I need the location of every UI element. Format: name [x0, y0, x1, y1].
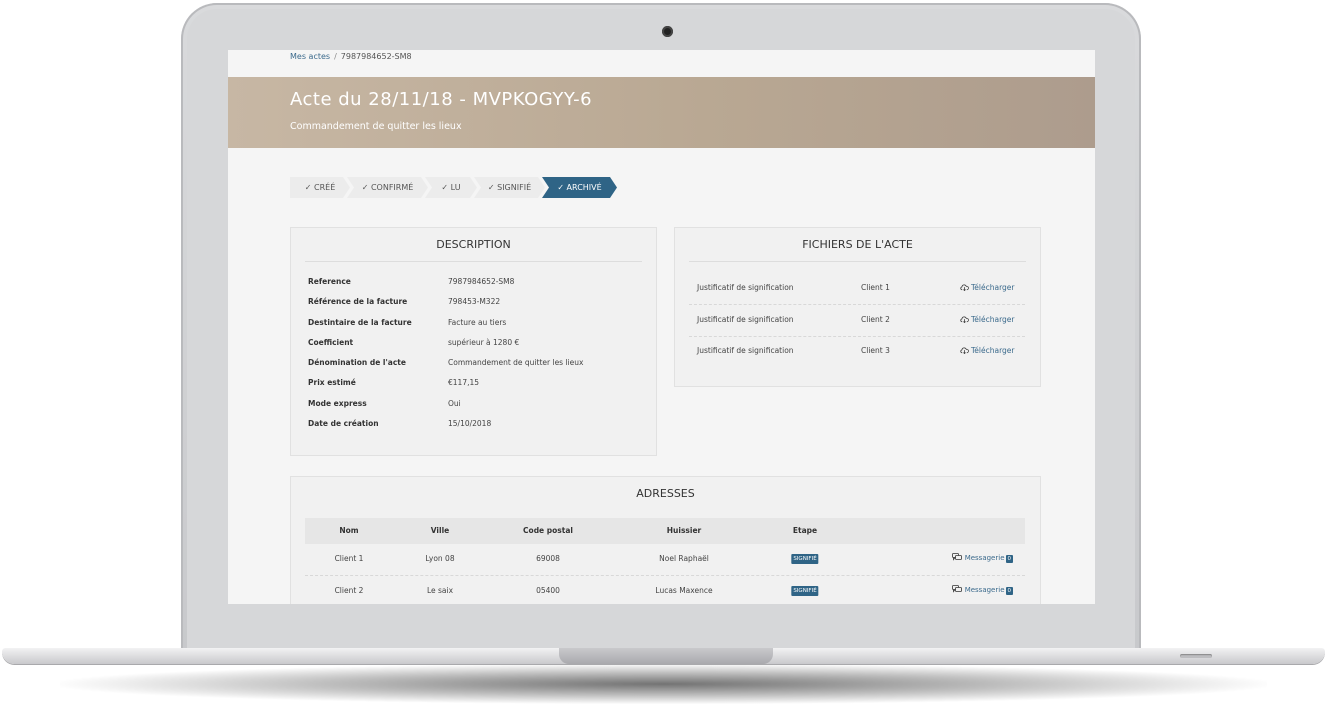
file-name: Justificatif de signification	[697, 346, 794, 355]
laptop-indicator	[1180, 654, 1212, 658]
cell-code-postal: 05400	[536, 586, 560, 595]
field-label-coefficient: Coefficient	[308, 338, 354, 347]
field-label-estimated-price: Prix estimé	[308, 378, 356, 387]
cell-huissier: Noel Raphaël	[659, 554, 709, 563]
cloud-download-icon	[960, 284, 969, 291]
breadcrumb: Mes actes /7987984652-SM8	[290, 51, 412, 63]
laptop-shadow	[60, 664, 1267, 704]
description-title: DESCRIPTION	[436, 238, 511, 251]
file-name: Justificatif de signification	[697, 283, 794, 292]
step-signifie: ✓ SIGNIFIÉ	[474, 177, 545, 198]
field-label-express-mode: Mode express	[308, 399, 367, 408]
cloud-download-icon	[960, 316, 969, 323]
message-count-badge: 0	[1005, 555, 1013, 563]
download-link[interactable]: Télécharger	[960, 346, 1015, 355]
chat-bubbles-icon	[952, 585, 963, 593]
cell-nom: Client 2	[334, 586, 364, 595]
files-title: FICHIERS DE L'ACTE	[802, 238, 913, 251]
column-header-nom: Nom	[339, 526, 359, 535]
messaging-label: Messagerie	[964, 554, 1005, 562]
column-header-code-postal: Code postal	[523, 526, 573, 535]
cell-ville: Lyon 08	[425, 554, 455, 563]
cell-nom: Client 1	[334, 554, 364, 563]
step-archive: ✓ ARCHIVÉ	[542, 177, 617, 198]
addresses-table-header: Nom Ville Code postal Huissier Etape	[305, 518, 1025, 544]
step-confirme: ✓ CONFIRMÉ	[347, 177, 428, 198]
message-count-badge: 0	[1005, 587, 1013, 595]
messaging-link[interactable]: Messagerie 0	[952, 585, 1013, 595]
app-screen: Mes actes/7987984652-SM8 Acte du 28/11/1…	[228, 50, 1095, 604]
table-row: Client 2 Le saix 05400 Lucas Maxence SIG…	[305, 576, 1025, 604]
page-title: Acte du 28/11/18 - MVPKOGYY-6	[290, 89, 593, 110]
laptop-hinge-notch	[559, 648, 773, 664]
chat-bubbles-icon	[952, 553, 963, 561]
field-label-invoice-recipient: Destintaire de la facture	[308, 318, 412, 327]
files-panel: FICHIERS DE L'ACTE Justificatif de signi…	[674, 227, 1041, 387]
download-link[interactable]: Télécharger	[960, 283, 1015, 292]
breadcrumb-separator: /	[334, 52, 337, 61]
column-header-ville: Ville	[430, 526, 450, 535]
field-label-reference: Reference	[308, 277, 351, 286]
field-value-invoice-ref: 798453-M322	[448, 297, 501, 306]
breadcrumb-link-mes-actes[interactable]: Mes actes	[290, 52, 330, 61]
cloud-download-icon	[960, 347, 969, 354]
description-panel: DESCRIPTION Reference 7987984652-SM8 Réf…	[290, 227, 657, 456]
column-header-huissier: Huissier	[666, 526, 702, 535]
file-row: Justificatif de signification Client 2 T…	[689, 305, 1025, 337]
download-link[interactable]: Télécharger	[960, 315, 1015, 324]
cell-huissier: Lucas Maxence	[655, 586, 713, 595]
messaging-label: Messagerie	[964, 586, 1005, 594]
files-divider	[689, 261, 1026, 262]
cell-ville: Le saix	[426, 586, 454, 595]
field-label-invoice-ref: Référence de la facture	[308, 297, 408, 306]
field-value-creation-date: 15/10/2018	[448, 419, 492, 428]
file-client: Client 2	[861, 315, 890, 324]
page-subtitle: Commandement de quitter les lieux	[290, 121, 462, 132]
status-badge: SIGNIFIÉ	[791, 554, 819, 564]
step-cree: ✓ CRÉÉ	[290, 177, 350, 198]
breadcrumb-current: 7987984652-SM8	[340, 52, 412, 61]
cell-code-postal: 69008	[536, 554, 560, 563]
field-value-coefficient: supérieur à 1280 €	[448, 338, 520, 347]
field-value-invoice-recipient: Facture au tiers	[448, 318, 507, 327]
field-value-estimated-price: €117,15	[448, 378, 480, 387]
file-client: Client 3	[861, 346, 890, 355]
field-value-reference: 7987984652-SM8	[448, 277, 515, 286]
page-header: Acte du 28/11/18 - MVPKOGYY-6 Commandeme…	[228, 77, 1095, 148]
file-row: Justificatif de signification Client 3 T…	[689, 336, 1025, 367]
status-badge: SIGNIFIÉ	[791, 586, 819, 596]
download-label: Télécharger	[971, 346, 1015, 355]
description-divider	[305, 261, 642, 262]
download-label: Télécharger	[971, 283, 1015, 292]
file-name: Justificatif de signification	[697, 315, 794, 324]
download-label: Télécharger	[971, 315, 1015, 324]
file-row: Justificatif de signification Client 1 T…	[689, 273, 1025, 305]
column-header-etape: Etape	[792, 526, 818, 535]
addresses-title: ADRESSES	[636, 487, 695, 500]
file-client: Client 1	[861, 283, 890, 292]
messaging-link[interactable]: Messagerie 0	[952, 553, 1013, 563]
table-row: Client 1 Lyon 08 69008 Noel Raphaël SIGN…	[305, 544, 1025, 576]
webcam	[662, 26, 673, 37]
step-lu: ✓ LU	[425, 177, 477, 198]
field-value-act-name: Commandement de quitter les lieux	[448, 358, 584, 367]
addresses-panel: ADRESSES Nom Ville Code postal Huissier …	[290, 476, 1041, 604]
field-value-express-mode: Oui	[448, 399, 461, 408]
field-label-creation-date: Date de création	[308, 419, 379, 428]
field-label-act-name: Dénomination de l'acte	[308, 358, 406, 367]
